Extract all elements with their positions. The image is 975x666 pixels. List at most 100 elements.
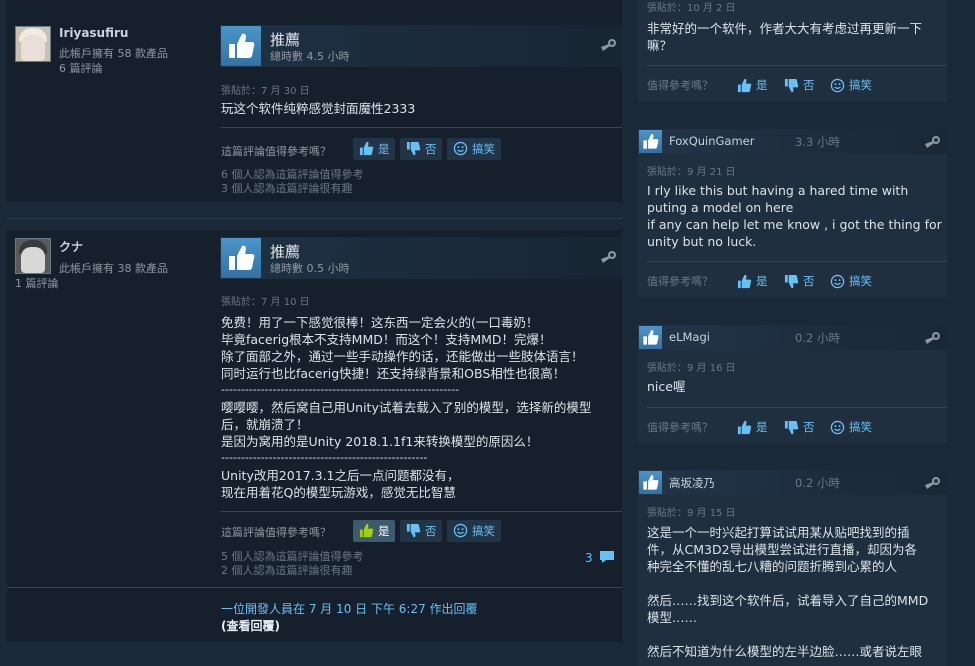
vote-funny-button[interactable]: 搞笑 <box>447 138 501 160</box>
thumbs-up-icon <box>221 26 261 66</box>
vote-question: 值得參考嗎？ <box>647 275 713 288</box>
reviewer-name[interactable]: FoxQuinGamer <box>669 134 754 148</box>
thumbs-down-icon <box>784 420 799 439</box>
review-body-line: 是因为窝用的是Unity 2018.1.1f1来转换模型的原因么！ <box>221 434 539 449</box>
hours-played: 3.3 小時 <box>795 135 840 149</box>
vote-no-label: 否 <box>425 524 437 538</box>
review-separator <box>7 218 622 219</box>
vote-question: 值得參考嗎？ <box>647 421 713 434</box>
review-body-line: 然后……找到这个软件后，试着导入了自己的MMD <box>647 593 929 608</box>
recent-reviews-column: 張貼於：10 月 2 日 非常好的一个软件，作者大大有考虑过再更新一下 嘛？ 值… <box>638 0 975 666</box>
thumbs-up-icon <box>639 130 662 153</box>
author-products[interactable]: 此帳戶擁有 58 款產品 <box>59 45 168 61</box>
thumbs-down-icon <box>784 274 799 293</box>
funny-count: 3 個人認為這篇評論很有趣 <box>221 182 353 195</box>
side-review-header[interactable]: 高坂凌乃 0.2 小時 <box>638 470 947 495</box>
thumbs-up-icon <box>359 141 374 163</box>
hours-played: 總時數 0.5 小時 <box>270 262 350 275</box>
review-body-line: nice喔 <box>647 379 686 394</box>
review-body-line: 然后不知道为什么模型的左半边脸……或者说左眼 <box>647 644 923 659</box>
vote-question: 這篇評論值得參考嗎？ <box>221 145 331 158</box>
reviewer-name[interactable]: 高坂凌乃 <box>669 475 715 491</box>
author-products[interactable]: 此帳戶擁有 38 款產品 <box>59 260 168 276</box>
review-body-line: 免费！用了一下感觉很棒！这东西一定会火的(一口毒奶！ <box>221 315 539 330</box>
review-body-line: 这是一个一时兴起打算试试用某从贴吧找到的插 <box>647 525 910 540</box>
divider <box>7 587 622 588</box>
review-card: クナ 此帳戶擁有 38 款產品 1 篇評論 推薦 總時數 0.5 小時 張貼於：… <box>7 230 622 642</box>
steam-badge-icon <box>600 37 618 57</box>
vote-no-label: 否 <box>803 274 815 288</box>
comment-icon <box>599 550 615 567</box>
review-body-line: I rly like this but having a hared time … <box>647 183 909 198</box>
vote-yes-label: 是 <box>378 524 390 538</box>
posted-date: 張貼於：10 月 2 日 <box>647 3 736 14</box>
review-body-line: 嘤嘤嘤，然后窝自己用Unity试着去载入了别的模型，选择新的模型 <box>221 400 592 415</box>
divider <box>221 127 622 128</box>
author-review-count[interactable]: 6 篇評論 <box>59 60 103 76</box>
review-card: Iriyasufiru 此帳戶擁有 58 款產品 6 篇評論 推薦 總時數 4.… <box>7 0 622 202</box>
hours-played: 總時數 4.5 小時 <box>270 50 350 63</box>
comment-count-link[interactable]: 3 <box>585 550 615 567</box>
author-review-count[interactable]: 1 篇評論 <box>15 275 59 291</box>
side-review-card: eLMagi 0.2 小時 張貼於：9 月 16 日 nice喔 值得參考嗎？ … <box>638 325 947 443</box>
divider <box>647 65 947 66</box>
side-review-header[interactable]: eLMagi 0.2 小時 <box>638 325 947 350</box>
thumbs-up-icon <box>359 523 374 545</box>
vote-question: 值得參考嗎？ <box>647 79 713 92</box>
vote-no-button[interactable]: 否 <box>400 138 442 160</box>
thumbs-up-icon <box>737 420 752 439</box>
review-body-line: 玩这个软件纯粹感觉封面魔性2333 <box>221 101 416 116</box>
review-header[interactable]: 推薦 總時數 0.5 小時 <box>220 237 622 279</box>
divider <box>647 407 947 408</box>
vote-yes-label: 是 <box>756 274 768 288</box>
vote-yes-label: 是 <box>756 78 768 92</box>
view-reply-link[interactable]: (查看回覆) <box>221 617 280 634</box>
posted-date: 張貼於：9 月 21 日 <box>647 167 736 178</box>
main-review-column: Iriyasufiru 此帳戶擁有 58 款產品 6 篇評論 推薦 總時數 4.… <box>0 0 630 666</box>
smiley-icon <box>453 141 468 163</box>
vote-yes-button[interactable]: 是 <box>353 520 395 542</box>
funny-count: 2 個人認為這篇評論很有趣 <box>221 564 353 577</box>
author-name[interactable]: Iriyasufiru <box>59 26 128 40</box>
review-body-line: 种完全不懂的乱七八糟的问题折腾到心累的人 <box>647 559 898 574</box>
thumbs-up-icon <box>737 78 752 97</box>
vote-no-button[interactable]: 否 <box>400 520 442 542</box>
review-body-line: ----------------------------------------… <box>221 383 460 396</box>
vote-funny-label: 搞笑 <box>849 420 872 434</box>
hours-played: 0.2 小時 <box>795 476 840 490</box>
posted-date: 張貼於：9 月 16 日 <box>647 363 736 374</box>
review-body-line: ----------------------------------------… <box>221 451 428 464</box>
author-name[interactable]: クナ <box>59 238 83 255</box>
vote-no-label: 否 <box>803 420 815 434</box>
thumbs-up-icon <box>737 274 752 293</box>
review-body-line: 模型…… <box>647 610 698 625</box>
steam-badge-icon <box>924 134 942 154</box>
review-body-line: Unity改用2017.3.1之后一点问题都没有， <box>221 468 460 483</box>
thumbs-down-icon <box>784 78 799 97</box>
reviewer-name[interactable]: eLMagi <box>669 330 710 344</box>
recommendation-label: 推薦 <box>270 31 301 49</box>
steam-badge-icon <box>924 475 942 495</box>
vote-yes-label: 是 <box>378 142 390 156</box>
review-header[interactable]: 推薦 總時數 4.5 小時 <box>220 25 622 67</box>
vote-funny-label: 搞笑 <box>472 524 495 538</box>
thumbs-down-icon <box>406 141 421 163</box>
side-review-card: 高坂凌乃 0.2 小時 張貼於：9 月 15 日 这是一个一时兴起打算试试用某从… <box>638 470 947 666</box>
thumbs-up-icon <box>221 238 261 278</box>
vote-funny-button[interactable]: 搞笑 <box>447 520 501 542</box>
divider <box>647 261 947 262</box>
recommendation-label: 推薦 <box>270 243 301 261</box>
side-review-header[interactable]: FoxQuinGamer 3.3 小時 <box>638 129 947 154</box>
smiley-icon <box>453 523 468 545</box>
vote-funny-label: 搞笑 <box>849 274 872 288</box>
avatar[interactable] <box>15 26 51 62</box>
vote-yes-label: 是 <box>756 420 768 434</box>
developer-reply-link[interactable]: 一位開發人員在 7 月 10 日 下午 6:27 作出回覆 <box>221 600 478 617</box>
avatar[interactable] <box>15 238 51 274</box>
posted-date: 張貼於：9 月 15 日 <box>647 508 736 519</box>
hours-played: 0.2 小時 <box>795 331 840 345</box>
smiley-icon <box>830 274 845 293</box>
steam-badge-icon <box>600 249 618 269</box>
vote-yes-button[interactable]: 是 <box>353 138 395 160</box>
review-body-line: 非常好的一个软件，作者大大有考虑过再更新一下 <box>647 21 923 36</box>
